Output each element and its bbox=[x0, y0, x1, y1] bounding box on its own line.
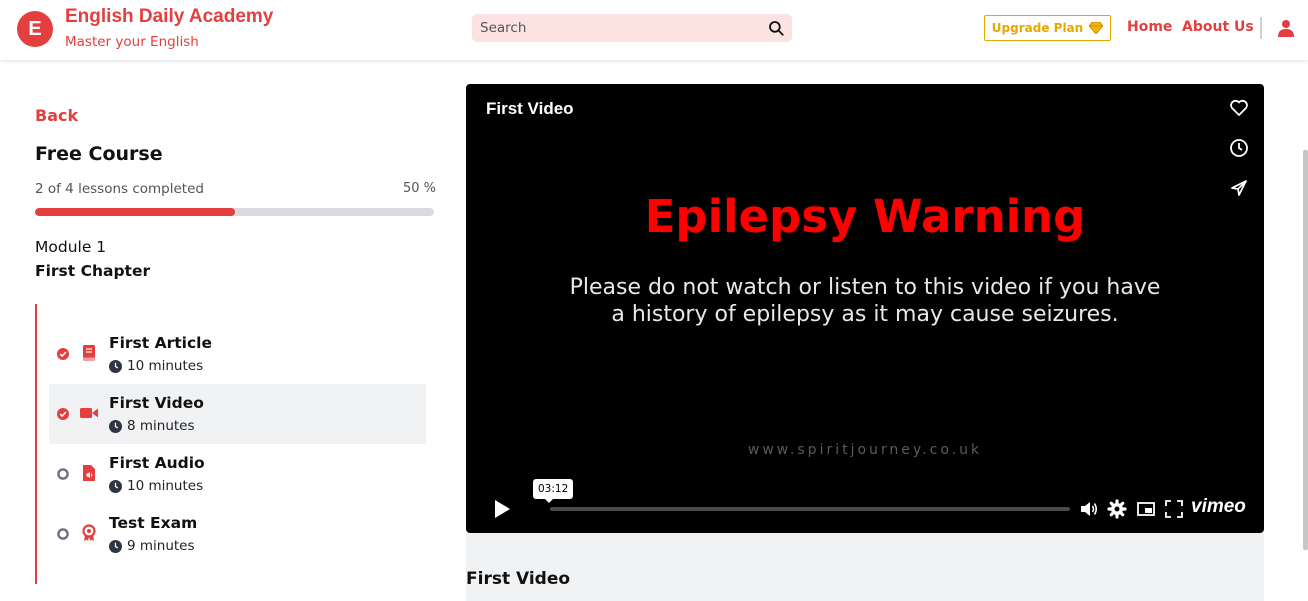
progress-bar bbox=[35, 208, 434, 216]
check-circle-icon bbox=[57, 408, 69, 420]
back-link[interactable]: Back bbox=[35, 106, 78, 125]
video-camera-icon bbox=[80, 408, 98, 418]
page-scrollbar[interactable] bbox=[1303, 150, 1308, 550]
logo-badge[interactable]: E bbox=[17, 11, 53, 47]
book-icon bbox=[83, 345, 95, 361]
diamond-icon bbox=[1089, 22, 1104, 34]
warning-title: Epilepsy Warning bbox=[644, 190, 1086, 243]
lesson-item-first-audio[interactable]: First Audio 10 minutes bbox=[49, 444, 426, 504]
clock-icon bbox=[109, 539, 122, 553]
lesson-duration-text: 9 minutes bbox=[127, 538, 195, 554]
volume-icon[interactable] bbox=[1079, 499, 1099, 519]
vimeo-logo[interactable]: vimeo bbox=[1191, 496, 1246, 518]
warning-line-2: a history of epilepsy as it may cause se… bbox=[611, 302, 1119, 327]
lesson-duration: 9 minutes bbox=[109, 538, 195, 554]
upgrade-plan-label: Upgrade Plan bbox=[991, 21, 1084, 35]
heart-icon[interactable] bbox=[1229, 98, 1249, 118]
brand-title[interactable]: English Daily Academy bbox=[65, 6, 273, 28]
picture-in-picture-icon[interactable] bbox=[1136, 499, 1156, 519]
lesson-item-first-article[interactable]: First Article 10 minutes bbox=[49, 324, 426, 384]
lesson-duration: 8 minutes bbox=[109, 418, 195, 434]
nav-about-link[interactable]: About Us bbox=[1182, 19, 1254, 35]
lesson-duration-text: 10 minutes bbox=[127, 358, 204, 374]
play-icon[interactable] bbox=[492, 498, 512, 520]
course-title: Free Course bbox=[35, 143, 163, 165]
search-bar bbox=[472, 14, 792, 42]
clock-icon bbox=[109, 419, 122, 433]
user-icon[interactable] bbox=[1278, 19, 1294, 37]
lesson-name: First Video bbox=[109, 394, 204, 412]
lesson-duration: 10 minutes bbox=[109, 478, 203, 494]
check-circle-icon bbox=[57, 348, 69, 360]
nav-divider bbox=[1260, 17, 1262, 39]
chapter-title[interactable]: First Chapter bbox=[35, 262, 150, 280]
warning-line-1: Please do not watch or listen to this vi… bbox=[569, 275, 1161, 300]
progress-bar-fill bbox=[35, 208, 235, 216]
nav-home-link[interactable]: Home bbox=[1127, 19, 1172, 35]
award-ribbon-icon bbox=[82, 524, 96, 542]
module-label: Module 1 bbox=[35, 238, 107, 256]
lesson-content-panel: First Video bbox=[466, 533, 1264, 601]
brand-subtitle: Master your English bbox=[65, 34, 199, 50]
clock-icon bbox=[109, 479, 122, 493]
clock-icon bbox=[109, 359, 122, 373]
top-header: E English Daily Academy Master your Engl… bbox=[0, 0, 1308, 60]
progress-percent: 50 % bbox=[403, 181, 437, 196]
watch-later-clock-icon[interactable] bbox=[1229, 138, 1249, 158]
upgrade-plan-button[interactable]: Upgrade Plan bbox=[984, 15, 1111, 41]
settings-gear-icon[interactable] bbox=[1107, 499, 1127, 519]
circle-outline-icon bbox=[57, 528, 69, 540]
lesson-content-title: First Video bbox=[466, 569, 571, 589]
video-watermark: www.spiritjourney.co.uk bbox=[747, 442, 983, 458]
lesson-item-test-exam[interactable]: Test Exam 9 minutes bbox=[49, 504, 426, 564]
time-tooltip: 03:12 bbox=[533, 479, 574, 503]
video-title[interactable]: First Video bbox=[486, 99, 574, 119]
audio-file-icon bbox=[83, 465, 95, 481]
search-input[interactable] bbox=[480, 19, 750, 37]
progress-text: 2 of 4 lessons completed bbox=[35, 181, 204, 197]
lesson-duration-text: 8 minutes bbox=[127, 418, 195, 434]
lesson-duration: 10 minutes bbox=[109, 358, 203, 374]
lesson-item-first-video[interactable]: First Video 8 minutes bbox=[49, 384, 426, 444]
lesson-name: First Article bbox=[109, 334, 212, 352]
lesson-duration-text: 10 minutes bbox=[127, 478, 204, 494]
search-icon[interactable] bbox=[767, 19, 785, 37]
video-player[interactable]: First Video Epilepsy Warning Please do n… bbox=[466, 84, 1264, 533]
circle-outline-icon bbox=[57, 468, 69, 480]
fullscreen-icon[interactable] bbox=[1164, 499, 1184, 519]
progress-scrubber[interactable] bbox=[550, 507, 1070, 511]
lesson-name: First Audio bbox=[109, 454, 205, 472]
lesson-rail bbox=[35, 304, 37, 584]
lesson-name: Test Exam bbox=[109, 514, 198, 532]
